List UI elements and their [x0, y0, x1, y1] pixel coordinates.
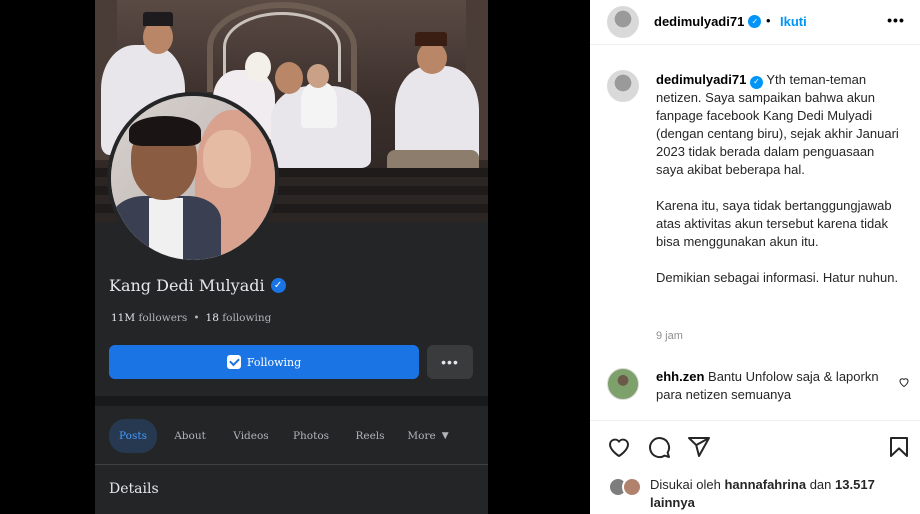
- caption-text: Yth teman-teman netizen. Saya sampaikan …: [656, 72, 899, 177]
- heart-icon[interactable]: [607, 435, 631, 459]
- cover-person-head: [417, 42, 447, 74]
- caption-username[interactable]: dedimulyadi71: [656, 72, 746, 87]
- post-options-button[interactable]: •••: [886, 11, 906, 31]
- post-timestamp[interactable]: 9 jam: [656, 330, 683, 342]
- following-check-icon: [226, 355, 241, 369]
- comment-item: ehh.zen Bantu Unfolow saja & laporkn par…: [656, 368, 886, 404]
- profile-name-text: Kang Dedi Mulyadi: [109, 276, 265, 295]
- tab-more: More ▼: [397, 419, 459, 453]
- following-stat: 18 following: [206, 312, 272, 324]
- author-username[interactable]: dedimulyadi71 ✓: [654, 14, 762, 29]
- author-avatar[interactable]: [607, 6, 639, 38]
- post-media[interactable]: Kang Dedi Mulyadi ✓ 11M followers • 18 f…: [0, 0, 590, 514]
- cover-person-head: [275, 62, 303, 94]
- post-header: dedimulyadi71 ✓ • Ikuti •••: [590, 0, 920, 45]
- more-dots-icon: •••: [441, 354, 459, 370]
- profile-stats: 11M followers • 18 following: [111, 312, 271, 324]
- profile-tabs: Posts About Videos Photos Reels More ▼: [109, 418, 459, 454]
- details-heading: Details: [109, 481, 159, 497]
- profile-picture: [107, 92, 279, 264]
- more-options-icon: •••: [887, 12, 905, 28]
- cover-person-head: [245, 52, 271, 82]
- section-divider: [95, 396, 488, 406]
- tab-about: About: [174, 430, 206, 442]
- likes-conjunction: dan: [809, 477, 832, 492]
- caption-author-avatar[interactable]: [607, 70, 639, 102]
- cover-person-cap: [143, 12, 173, 26]
- tabs-divider: [95, 464, 488, 465]
- share-icon[interactable]: [687, 435, 711, 459]
- followers-label: followers: [138, 312, 188, 324]
- commenter-avatar[interactable]: [607, 368, 639, 400]
- liker-avatar: [622, 477, 642, 497]
- cover-child: [301, 82, 337, 128]
- cover-child-head: [307, 64, 329, 88]
- tab-reels: Reels: [355, 430, 385, 442]
- likers-avatars[interactable]: [608, 477, 644, 497]
- followers-stat: 11M followers: [111, 312, 187, 324]
- followers-count: 11M: [111, 312, 136, 324]
- caption-paragraph: Karena itu, saya tidak bertanggungjawab …: [656, 198, 892, 249]
- following-label: following: [222, 312, 272, 324]
- comment-username[interactable]: ehh.zen: [656, 369, 704, 384]
- facebook-profile-screenshot: Kang Dedi Mulyadi ✓ 11M followers • 18 f…: [95, 0, 488, 514]
- tab-posts: Posts: [109, 419, 157, 453]
- following-button: Following: [109, 345, 419, 379]
- likes-prefix: Disukai oleh: [650, 477, 721, 492]
- likes-summary[interactable]: Disukai oleh hannafahrina dan 13.517 lai…: [650, 476, 908, 512]
- tab-videos: Videos: [233, 430, 269, 442]
- cover-person-cap: [415, 32, 447, 46]
- comment-icon[interactable]: [647, 435, 671, 459]
- caption-paragraph: Demikian sebagai informasi. Hatur nuhun.: [656, 270, 899, 285]
- caret-down-icon: ▼: [441, 431, 449, 441]
- author-username-text[interactable]: dedimulyadi71: [654, 14, 744, 29]
- profile-more-button: •••: [427, 345, 473, 379]
- profile-name: Kang Dedi Mulyadi ✓: [109, 276, 286, 295]
- liker-username[interactable]: hannafahrina: [724, 477, 806, 492]
- following-count: 18: [205, 312, 219, 324]
- likes-count[interactable]: 13.517: [835, 477, 875, 492]
- post-actions: [590, 420, 920, 468]
- header-separator: •: [766, 13, 771, 28]
- likes-suffix[interactable]: lainnya: [650, 495, 695, 510]
- bookmark-icon[interactable]: [887, 435, 911, 459]
- tab-photos: Photos: [292, 430, 330, 442]
- comment-like-heart-icon[interactable]: [898, 376, 910, 391]
- follow-button[interactable]: Ikuti: [780, 14, 807, 29]
- verified-badge-icon: ✓: [749, 75, 763, 89]
- post-caption: dedimulyadi71 ✓ Yth teman-teman netizen.…: [656, 71, 901, 305]
- tab-more-label: More: [407, 430, 436, 442]
- comments-section[interactable]: dedimulyadi71 ✓ Yth teman-teman netizen.…: [590, 46, 920, 420]
- verified-badge-icon: ✓: [270, 278, 286, 293]
- stats-separator: •: [193, 312, 200, 324]
- caption-paragraph: dedimulyadi71 ✓ Yth teman-teman netizen.…: [656, 71, 901, 179]
- verified-badge-icon: ✓: [748, 15, 762, 28]
- post-side-panel: dedimulyadi71 ✓ • Ikuti ••• dedimulyadi7…: [590, 0, 920, 514]
- following-button-label: Following: [246, 355, 302, 369]
